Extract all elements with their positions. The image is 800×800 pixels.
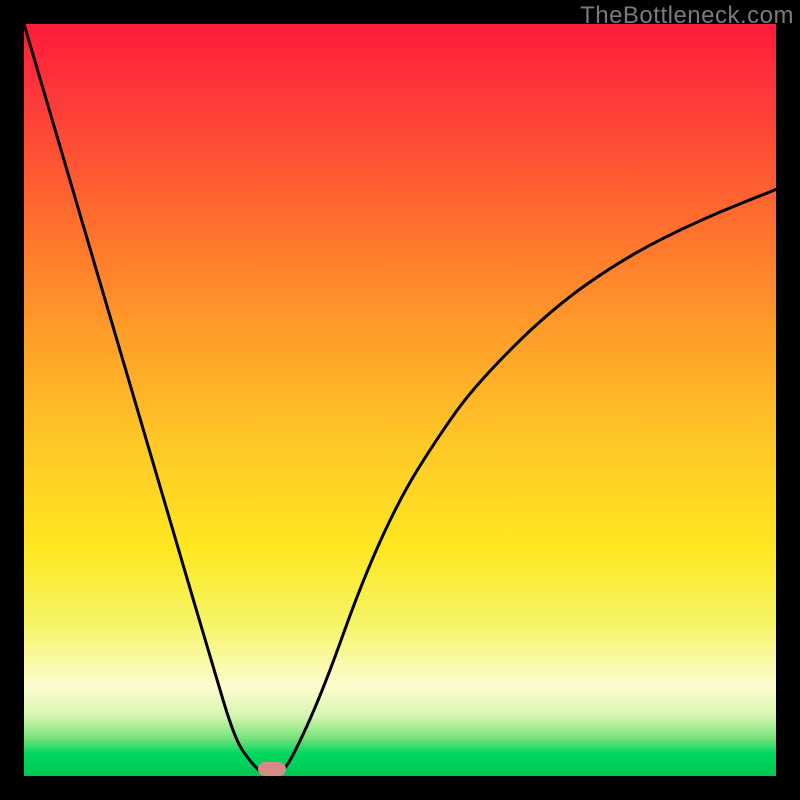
bottleneck-curve (24, 24, 776, 776)
attribution-text: TheBottleneck.com (580, 2, 794, 30)
plot-area (24, 24, 776, 776)
chart-frame: TheBottleneck.com (0, 0, 800, 800)
curve-svg (24, 24, 776, 776)
optimum-marker (258, 762, 286, 776)
